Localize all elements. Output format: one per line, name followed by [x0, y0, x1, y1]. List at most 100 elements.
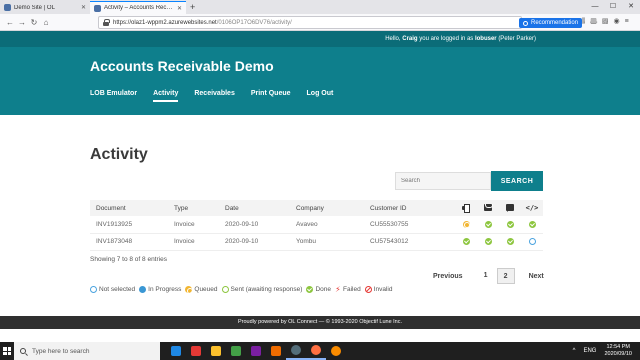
home-icon[interactable]: ⌂: [40, 18, 52, 27]
done-status-icon[interactable]: [528, 220, 536, 228]
cell-print-status: [455, 233, 477, 251]
queued-status-icon[interactable]: [462, 220, 470, 229]
cell-print-status: [455, 216, 477, 234]
start-button[interactable]: [0, 342, 14, 360]
back-icon[interactable]: ←: [4, 18, 16, 27]
done-status-icon[interactable]: [484, 220, 492, 228]
cell-document: INV1913925: [90, 216, 168, 234]
column-header-print: [455, 200, 477, 216]
queued-icon: [185, 286, 193, 294]
taskbar-app-icon[interactable]: [286, 342, 306, 360]
taskbar-apps: [166, 342, 346, 360]
browser-tab-strip: Demo Site | OL ✕ Activity – Accounts Rec…: [0, 0, 640, 14]
taskbar-app-icon[interactable]: [226, 342, 246, 360]
close-tab-icon[interactable]: ✕: [81, 4, 86, 11]
cell-email-status: [477, 233, 499, 251]
site-favicon-icon: [4, 4, 11, 11]
clock-date: 2020/09/10: [604, 351, 632, 357]
site-footer: Proudly powered by OL Connect — © 1993-2…: [0, 316, 640, 329]
clock[interactable]: 12:54 PM 2020/09/10: [604, 344, 632, 358]
library-icon[interactable]: ⫼: [582, 18, 590, 25]
menu-icon[interactable]: ≡: [625, 18, 634, 25]
user-bar: Hello, Craig you are logged in as lobuse…: [0, 31, 640, 47]
done-status-icon[interactable]: [506, 220, 514, 228]
greeting-prefix: Hello,: [385, 36, 401, 42]
cell-date: 2020-09-10: [219, 233, 290, 251]
close-tab-icon[interactable]: ✕: [177, 5, 182, 12]
taskbar-app-icon[interactable]: [166, 342, 186, 360]
cell-customer-id: CU57543012: [364, 233, 455, 251]
column-header-company[interactable]: Company: [290, 200, 364, 216]
pagination-page-1[interactable]: 1: [477, 268, 495, 284]
pagination-page-2[interactable]: 2: [496, 268, 515, 284]
maximize-icon[interactable]: ☐: [604, 0, 622, 14]
cell-customer-id: CU55530755: [364, 216, 455, 234]
forward-icon[interactable]: →: [16, 18, 28, 27]
taskbar-app-icon[interactable]: [246, 342, 266, 360]
done-status-icon[interactable]: [506, 237, 514, 245]
search-icon: [20, 348, 26, 354]
tab-title: Demo Site | OL: [14, 4, 55, 11]
language-indicator[interactable]: ENG: [583, 348, 596, 354]
cell-date: 2020-09-10: [219, 216, 290, 234]
taskbar-app-icon[interactable]: [266, 342, 286, 360]
legend-item: Not selected: [90, 286, 135, 293]
browser-tab-demo-site[interactable]: Demo Site | OL ✕: [0, 1, 90, 14]
table-header-row: Document Type Date Company Customer ID <…: [90, 200, 543, 216]
nav-log-out[interactable]: Log Out: [307, 90, 334, 102]
taskbar-app-icon[interactable]: [306, 342, 326, 360]
reload-icon[interactable]: ↻: [28, 18, 40, 27]
legend-label: Sent (awaiting response): [230, 286, 303, 293]
done-status-icon[interactable]: [462, 237, 470, 245]
account-icon[interactable]: ◉: [613, 18, 624, 25]
table-row[interactable]: INV1913925 Invoice 2020-09-10 Avaveo CU5…: [90, 216, 543, 234]
taskbar-app-icon[interactable]: [326, 342, 346, 360]
taskbar-search[interactable]: Type here to search: [14, 342, 160, 360]
nav-lob-emulator[interactable]: LOB Emulator: [90, 90, 137, 102]
column-header-email: [477, 200, 499, 216]
column-header-customer-id[interactable]: Customer ID: [364, 200, 455, 216]
system-tray: ^ ENG 12:54 PM 2020/09/10: [573, 344, 640, 358]
pagination-previous[interactable]: Previous: [433, 273, 463, 280]
column-header-type[interactable]: Type: [168, 200, 219, 216]
column-header-document[interactable]: Document: [90, 200, 168, 216]
search-button[interactable]: SEARCH: [491, 171, 543, 191]
user-name: Craig: [402, 36, 418, 42]
nav-receivables[interactable]: Receivables: [194, 90, 234, 102]
search-input[interactable]: [395, 172, 491, 190]
sidebar-icon[interactable]: ▥: [590, 18, 602, 25]
location-pin-icon: [523, 20, 528, 26]
browser-tab-activity[interactable]: Activity – Accounts Receivable Demo ✕: [90, 1, 186, 14]
cell-code-status: [521, 233, 543, 251]
legend-item: Queued: [185, 286, 218, 294]
cell-code-status: [521, 216, 543, 234]
in-progress-icon: [139, 286, 147, 293]
not-selected-status-icon[interactable]: [528, 237, 536, 245]
tray-chevron-icon[interactable]: ^: [573, 348, 576, 354]
reader-icon[interactable]: ▤: [602, 18, 614, 25]
login-name: (Peter Parker): [498, 36, 536, 42]
nav-print-queue[interactable]: Print Queue: [251, 90, 291, 102]
new-tab-button[interactable]: +: [186, 1, 199, 14]
minimize-icon[interactable]: —: [586, 0, 604, 14]
legend-label: Queued: [194, 286, 218, 293]
close-window-icon[interactable]: ✕: [622, 0, 640, 14]
taskbar-app-icon[interactable]: [206, 342, 226, 360]
nav-activity[interactable]: Activity: [153, 90, 179, 102]
address-bar[interactable]: https://olaz1-wppm2.azurewebsites.net/01…: [98, 16, 608, 29]
clock-time: 12:54 PM: [606, 344, 630, 350]
cell-company: Avaveo: [290, 216, 364, 234]
browser-toolbar: ← → ↻ ⌂ https://olaz1-wppm2.azurewebsite…: [0, 14, 640, 31]
lock-icon: [103, 19, 110, 26]
pagination-next[interactable]: Next: [529, 273, 544, 280]
taskbar-app-icon[interactable]: [186, 342, 206, 360]
table-row[interactable]: INV1873048 Invoice 2020-09-10 Yombu CU57…: [90, 233, 543, 251]
toolbar-right-icons: ⫼▥▤◉≡: [582, 17, 634, 26]
cell-type: Invoice: [168, 216, 219, 234]
column-header-message: [499, 200, 521, 216]
column-header-date[interactable]: Date: [219, 200, 290, 216]
url-text: https://olaz1-wppm2.azurewebsites.net/01…: [113, 19, 292, 26]
recommendation-button[interactable]: Recommendation: [519, 18, 583, 28]
legend-label: In Progress: [148, 286, 182, 293]
done-status-icon[interactable]: [484, 237, 492, 245]
